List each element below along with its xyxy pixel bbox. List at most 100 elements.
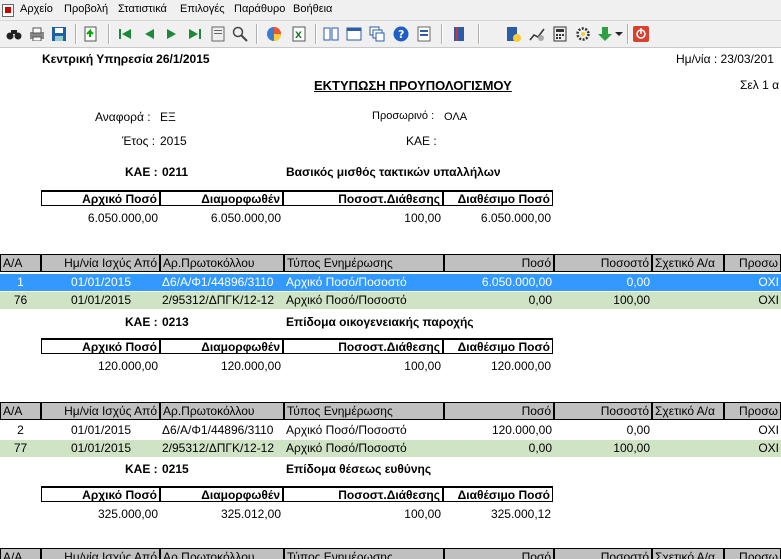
table-header: Α/Α Ημ/νία Ισχύς Από Αρ.Πρωτοκόλλου Τύπο… (0, 254, 781, 272)
table-row[interactable]: 77 01/01/2015 2/95312/ΔΠΓΚ/12-12 Αρχικό … (0, 440, 781, 457)
help-icon[interactable]: ? (392, 25, 410, 43)
col-header-related[interactable]: Σχετικό Α/α (652, 402, 724, 420)
section-kae-code: 0215 (162, 462, 189, 476)
col-header-aa[interactable]: Α/Α (0, 402, 41, 420)
cell-date: 01/01/2015 (70, 441, 131, 455)
cell-related (652, 440, 724, 457)
cell-amount: 120.000,00 (491, 423, 552, 437)
col-header-percent[interactable]: Ποσοστό (554, 254, 652, 272)
calculator-icon[interactable] (551, 25, 569, 43)
cascade-windows-icon[interactable] (368, 25, 386, 43)
col-header-aa[interactable]: Α/Α (0, 254, 41, 272)
col-header-amount[interactable]: Ποσό (444, 402, 554, 420)
cell-percent: 100,00 (613, 441, 650, 455)
cell-type: Αρχικό Ποσό/Ποσοστό (286, 423, 407, 437)
section-kae-code: 0211 (162, 165, 189, 179)
cell-provisional: ΟΧΙ (758, 441, 779, 455)
color-palette-icon[interactable] (265, 25, 283, 43)
col-header-date[interactable]: Ημ/νία Ισχύς Από (41, 254, 160, 272)
col-header-percent[interactable]: Ποσοστό (554, 548, 652, 559)
sum-available: 6.050.000,00 (480, 211, 551, 225)
first-page-icon[interactable] (116, 25, 134, 43)
provisional-label: Προσωρινό : (372, 110, 435, 122)
app-icon[interactable] (2, 4, 14, 17)
sum-header-available: Διαθέσιμο Ποσό (443, 190, 553, 206)
col-header-aa[interactable]: Α/Α (0, 548, 41, 559)
col-header-related[interactable]: Σχετικό Α/α (652, 548, 724, 559)
zoom-icon[interactable] (231, 25, 249, 43)
cell-aa: 1 (17, 275, 24, 289)
section-kae-label: ΚΑΕ : (125, 315, 158, 329)
menu-view[interactable]: Προβολή (64, 3, 108, 15)
sum-disposal-percent: 100,00 (404, 359, 441, 373)
menu-options[interactable]: Επιλογές (180, 3, 225, 15)
excel-icon[interactable]: X (290, 25, 308, 43)
col-header-date[interactable]: Ημ/νία Ισχύς Από (41, 548, 160, 559)
col-header-protocol[interactable]: Αρ.Πρωτοκόλλου (160, 254, 284, 272)
export-icon[interactable] (82, 25, 100, 43)
table-header: Α/Α Ημ/νία Ισχύς Από Αρ.Πρωτοκόλλου Τύπο… (0, 548, 781, 559)
report-preview[interactable]: Κεντρική Υπηρεσία 26/1/2015 Ημ/νία : 23/… (0, 48, 781, 559)
table-row[interactable]: 1 01/01/2015 Δ6/Α/Φ1/44896/3110 Αρχικό Π… (0, 274, 781, 291)
menu-help[interactable]: Βοήθεια (293, 3, 332, 15)
col-header-related[interactable]: Σχετικό Α/α (652, 254, 724, 272)
exit-icon[interactable] (632, 25, 650, 43)
sheet-icon[interactable] (415, 25, 433, 43)
table-row[interactable]: 2 01/01/2015 Δ6/Α/Φ1/44896/3110 Αρχικό Π… (0, 422, 781, 439)
col-header-percent[interactable]: Ποσοστό (554, 402, 652, 420)
sum-initial-amount: 325.000,00 (97, 507, 158, 521)
previous-page-icon[interactable] (140, 25, 158, 43)
cell-amount: 0,00 (528, 293, 552, 307)
col-header-type[interactable]: Τύπος Ενημέρωσης (284, 254, 444, 272)
sum-initial-amount: 6.050.000,00 (87, 211, 158, 225)
year-label: Έτος : (122, 134, 156, 148)
sum-header-initial-amount: Αρχικό Ποσό (41, 338, 160, 354)
menu-statistics[interactable]: Στατιστικά (118, 3, 167, 15)
col-header-provisional[interactable]: Προσω (724, 402, 781, 420)
next-page-icon[interactable] (163, 25, 181, 43)
book-info-icon[interactable] (504, 25, 522, 43)
cell-percent: 0,00 (626, 275, 650, 289)
chart-people-icon[interactable] (528, 25, 546, 43)
book-icon[interactable] (451, 25, 469, 43)
last-page-icon[interactable] (186, 25, 204, 43)
gear-settings-icon[interactable] (574, 25, 592, 43)
col-header-provisional[interactable]: Προσω (724, 548, 781, 559)
col-header-amount[interactable]: Ποσό (444, 254, 554, 272)
window-icon[interactable] (345, 25, 363, 43)
sum-header-initial-amount: Αρχικό Ποσό (41, 486, 160, 502)
cell-provisional: ΟΧΙ (758, 423, 779, 437)
cell-type: Αρχικό Ποσό/Ποσοστό (286, 275, 407, 289)
table-row[interactable]: 76 01/01/2015 2/95312/ΔΠΓΚ/12-12 Αρχικό … (0, 292, 781, 309)
sum-available: 120.000,00 (490, 359, 551, 373)
section-kae-code: 0213 (162, 315, 189, 329)
sum-header-formed: Διαμορφωθέν (160, 338, 283, 354)
col-header-date[interactable]: Ημ/νία Ισχύς Από (41, 402, 160, 420)
cell-aa: 2 (17, 423, 24, 437)
page-title: ΕΚΤΥΠΩΣΗ ΠΡΟΥΠΟΛΟΓΙΣΜΟΥ (314, 78, 512, 93)
print-icon[interactable] (28, 25, 46, 43)
sum-header-initial-amount: Αρχικό Ποσό (41, 190, 160, 206)
col-header-protocol[interactable]: Αρ.Πρωτοκόλλου (160, 548, 284, 559)
sum-header-formed: Διαμορφωθέν (160, 190, 283, 206)
col-header-type[interactable]: Τύπος Ενημέρωσης (284, 548, 444, 559)
col-header-type[interactable]: Τύπος Ενημέρωσης (284, 402, 444, 420)
dropdown-arrow-icon[interactable] (614, 25, 624, 43)
sum-formed: 6.050.000,00 (210, 211, 281, 225)
col-header-amount[interactable]: Ποσό (444, 548, 554, 559)
arrow-down-icon[interactable] (596, 25, 614, 43)
cell-date: 01/01/2015 (70, 293, 131, 307)
col-header-protocol[interactable]: Αρ.Πρωτοκόλλου (160, 402, 284, 420)
section-description: Επίδομα οικογενειακής παροχής (286, 315, 474, 329)
sum-disposal-percent: 100,00 (404, 507, 441, 521)
menu-file[interactable]: Αρχείο (20, 3, 53, 15)
two-columns-icon[interactable] (322, 25, 340, 43)
cell-date: 01/01/2015 (70, 275, 131, 289)
save-icon[interactable] (50, 25, 68, 43)
col-header-provisional[interactable]: Προσω (724, 254, 781, 272)
toolbar: X ? (0, 21, 781, 48)
binoculars-icon[interactable] (5, 25, 23, 43)
menu-window[interactable]: Παράθυρο (234, 3, 285, 15)
sum-initial-amount: 120.000,00 (97, 359, 158, 373)
go-to-page-icon[interactable] (209, 25, 227, 43)
